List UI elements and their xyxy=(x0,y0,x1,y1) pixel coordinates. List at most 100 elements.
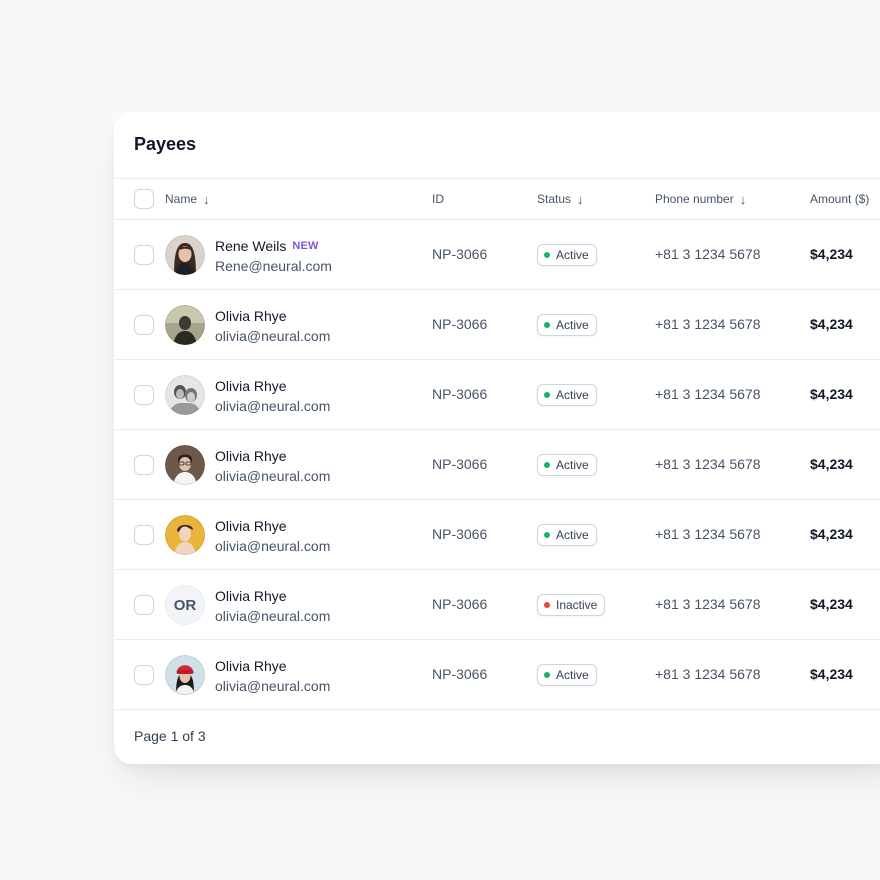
payee-name: Olivia Rhye xyxy=(215,658,287,674)
row-checkbox[interactable] xyxy=(134,245,154,265)
payee-name: Olivia Rhye xyxy=(215,518,287,534)
payee-name-line: Olivia Rhye xyxy=(215,657,330,675)
table-row[interactable]: OR Olivia Rhye olivia@neural.com NP-3066 Ina… xyxy=(114,570,880,640)
payee-name-line: Olivia Rhye xyxy=(215,447,330,465)
table-row[interactable]: Olivia Rhye olivia@neural.com NP-3066 Activ… xyxy=(114,290,880,360)
payee-info: Olivia Rhye olivia@neural.com xyxy=(215,657,330,694)
payee-phone: +81 3 1234 5678 xyxy=(655,316,761,332)
table-row[interactable]: Olivia Rhye olivia@neural.com NP-3066 Activ… xyxy=(114,640,880,710)
payee-name-line: Olivia Rhye xyxy=(215,517,330,535)
row-checkbox[interactable] xyxy=(134,385,154,405)
status-dot-icon xyxy=(544,252,550,258)
table-row[interactable]: Olivia Rhye olivia@neural.com NP-3066 Activ… xyxy=(114,360,880,430)
payee-amount: $4,234 xyxy=(810,666,853,682)
payee-amount: $4,234 xyxy=(810,386,853,402)
avatar xyxy=(165,515,205,555)
status-label: Active xyxy=(556,248,589,262)
payee-email: Rene@neural.com xyxy=(215,258,332,274)
status-badge: Active xyxy=(537,314,597,336)
payee-info: Olivia Rhye olivia@neural.com xyxy=(215,447,330,484)
column-header-amount: Amount ($) xyxy=(810,179,869,219)
payee-amount: $4,234 xyxy=(810,526,853,542)
row-checkbox[interactable] xyxy=(134,665,154,685)
status-badge: Active xyxy=(537,244,597,266)
column-header-label: Name xyxy=(165,192,198,206)
payee-info: Olivia Rhye olivia@neural.com xyxy=(215,377,330,414)
row-checkbox[interactable] xyxy=(134,455,154,475)
avatar xyxy=(165,655,205,695)
table-row[interactable]: Rene Weils NEW Rene@neural.com NP-3066 Activ… xyxy=(114,220,880,290)
row-checkbox[interactable] xyxy=(134,595,154,615)
payee-email: olivia@neural.com xyxy=(215,608,331,624)
avatar xyxy=(165,445,205,485)
payee-name-line: Olivia Rhye xyxy=(215,307,330,325)
payee-phone: +81 3 1234 5678 xyxy=(655,526,761,542)
payee-phone: +81 3 1234 5678 xyxy=(655,246,761,262)
table-row[interactable]: Olivia Rhye olivia@neural.com NP-3066 Activ… xyxy=(114,500,880,570)
avatar xyxy=(165,375,205,415)
table-row[interactable]: Olivia Rhye olivia@neural.com NP-3066 Activ… xyxy=(114,430,880,500)
status-label: Active xyxy=(556,388,589,402)
payee-phone: +81 3 1234 5678 xyxy=(655,666,761,682)
status-badge: Active xyxy=(537,454,597,476)
status-dot-icon xyxy=(544,462,550,468)
payee-name: Rene Weils xyxy=(215,238,287,254)
status-badge: Active xyxy=(537,664,597,686)
status-label: Active xyxy=(556,528,589,542)
avatar-initials: OR xyxy=(173,596,197,614)
arrow-down-icon: ↓ xyxy=(203,191,210,207)
payee-id: NP-3066 xyxy=(432,386,488,402)
status-label: Active xyxy=(556,668,589,682)
status-label: Inactive xyxy=(556,598,598,612)
avatar xyxy=(165,305,205,345)
payees-card: Payees Name ↓ ID Status ↓ Phone number ↓… xyxy=(114,112,880,764)
payee-name: Olivia Rhye xyxy=(215,588,287,604)
payee-amount: $4,234 xyxy=(810,456,853,472)
row-checkbox[interactable] xyxy=(134,315,154,335)
column-header-status[interactable]: Status ↓ xyxy=(537,179,584,219)
table-header: Name ↓ ID Status ↓ Phone number ↓ Amount… xyxy=(114,178,880,220)
status-dot-icon xyxy=(544,672,550,678)
status-label: Active xyxy=(556,458,589,472)
status-label: Active xyxy=(556,318,589,332)
payee-id: NP-3066 xyxy=(432,456,488,472)
payee-amount: $4,234 xyxy=(810,246,853,262)
payee-email: olivia@neural.com xyxy=(215,328,331,344)
status-dot-icon xyxy=(544,322,550,328)
payee-id: NP-3066 xyxy=(432,526,488,542)
payee-id: NP-3066 xyxy=(432,316,488,332)
payee-id: NP-3066 xyxy=(432,596,488,612)
payee-phone: +81 3 1234 5678 xyxy=(655,386,761,402)
select-all-checkbox[interactable] xyxy=(134,189,154,209)
column-header-phone[interactable]: Phone number ↓ xyxy=(655,179,746,219)
status-dot-icon xyxy=(544,532,550,538)
payee-name-line: Rene Weils NEW xyxy=(215,237,332,255)
column-header-label: ID xyxy=(432,192,444,206)
payee-info: Olivia Rhye olivia@neural.com xyxy=(215,517,330,554)
payee-email: olivia@neural.com xyxy=(215,538,331,554)
payee-phone: +81 3 1234 5678 xyxy=(655,456,761,472)
row-checkbox[interactable] xyxy=(134,525,154,545)
payee-amount: $4,234 xyxy=(810,316,853,332)
column-header-id: ID xyxy=(432,179,444,219)
column-header-label: Status xyxy=(537,192,572,206)
status-dot-icon xyxy=(544,392,550,398)
avatar: OR xyxy=(165,585,205,625)
avatar xyxy=(165,235,205,275)
status-badge: Active xyxy=(537,524,597,546)
payee-email: olivia@neural.com xyxy=(215,468,331,484)
status-dot-icon xyxy=(544,602,550,608)
new-tag: NEW xyxy=(292,240,319,252)
payee-name-line: Olivia Rhye xyxy=(215,377,330,395)
payee-name: Olivia Rhye xyxy=(215,308,287,324)
payee-email: olivia@neural.com xyxy=(215,398,331,414)
status-badge: Active xyxy=(537,384,597,406)
status-badge: Inactive xyxy=(537,594,606,616)
column-header-name[interactable]: Name ↓ xyxy=(165,179,210,219)
payee-info: Olivia Rhye olivia@neural.com xyxy=(215,587,330,624)
payee-name-line: Olivia Rhye xyxy=(215,587,330,605)
payee-email: olivia@neural.com xyxy=(215,678,331,694)
payee-info: Rene Weils NEW Rene@neural.com xyxy=(215,237,332,274)
arrow-down-icon: ↓ xyxy=(577,191,584,207)
payee-phone: +81 3 1234 5678 xyxy=(655,596,761,612)
